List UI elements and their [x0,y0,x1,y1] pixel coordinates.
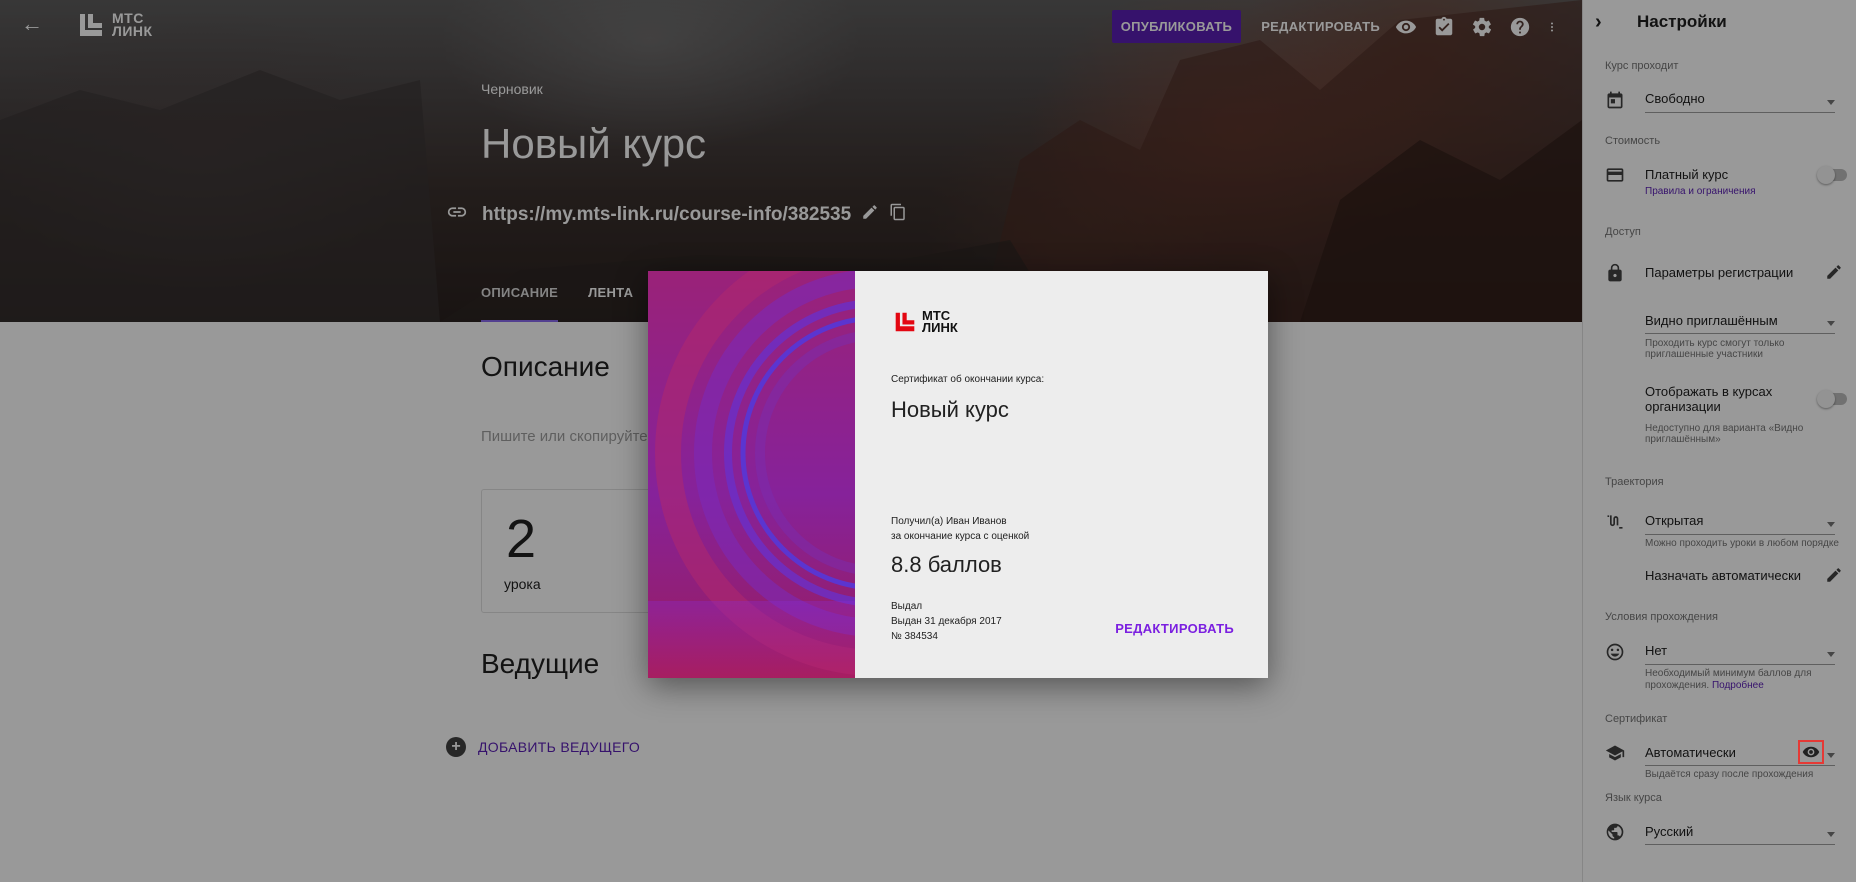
certificate-course-name: Новый курс [891,397,1009,422]
certificate-number: № 384534 [891,631,938,642]
certificate-logo: МТС ЛИНК [894,309,958,335]
cert-logo-line2: ЛИНК [922,320,958,335]
certificate-score: 8.8 баллов [891,552,1002,577]
certificate-issued-date: Выдан 31 декабря 2017 [891,616,1002,627]
certificate-preview-modal: МТС ЛИНК Сертификат об окончании курса: … [648,271,1268,678]
certificate-artwork [648,271,855,678]
certificate-issued-label: Выдал [891,601,923,612]
certificate-caption: Сертификат об окончании курса: [891,374,1045,385]
certificate-edit-button[interactable]: РЕДАКТИРОВАТЬ [1115,621,1234,636]
certificate-preview-eye-icon[interactable] [1798,740,1824,764]
certificate-recipient: Получил(а) Иван Иванов [891,516,1007,527]
concentric-rings-graphic [648,271,855,678]
certificate-for-line: за окончание курса с оценкой [891,531,1030,542]
logo-mark-icon [895,312,915,332]
